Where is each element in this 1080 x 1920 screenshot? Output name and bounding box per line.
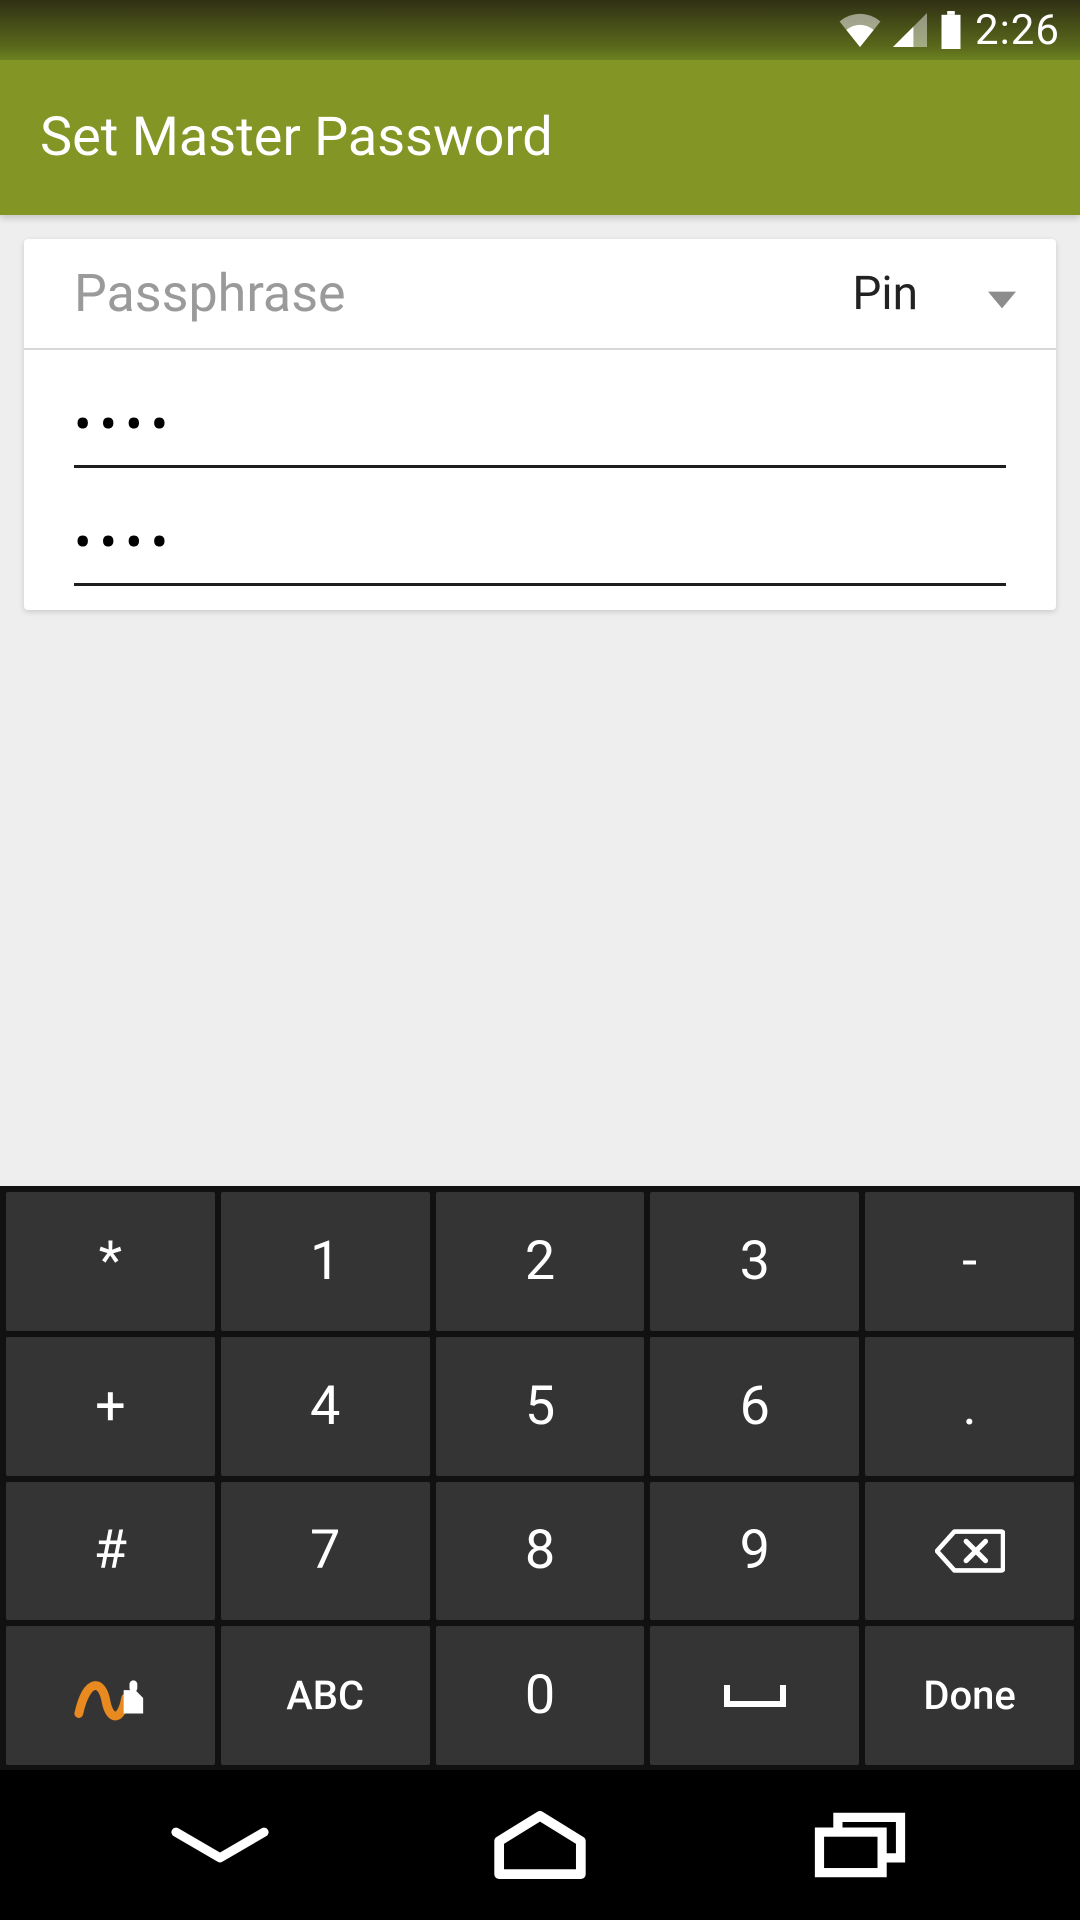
pin-field-2[interactable] — [74, 498, 1006, 586]
pin-field-1[interactable] — [74, 380, 1006, 468]
key-1[interactable]: 1 — [221, 1192, 430, 1331]
key-2[interactable]: 2 — [436, 1192, 645, 1331]
key-8[interactable]: 8 — [436, 1482, 645, 1621]
nav-home-button[interactable] — [485, 1810, 595, 1880]
key-5[interactable]: 5 — [436, 1337, 645, 1476]
key-dot[interactable]: . — [865, 1337, 1074, 1476]
wifi-icon — [839, 13, 881, 47]
key-swype[interactable] — [6, 1626, 215, 1765]
key-plus[interactable]: + — [6, 1337, 215, 1476]
key-star[interactable]: * — [6, 1192, 215, 1331]
system-nav-bar — [0, 1770, 1080, 1920]
password-card: Passphrase Pin — [24, 239, 1056, 610]
chevron-down-icon — [988, 267, 1016, 321]
numeric-keyboard: * 1 2 3 - + 4 5 6 . # 7 8 9 ABC 0 — [0, 1186, 1080, 1771]
key-abc[interactable]: ABC — [221, 1626, 430, 1765]
chevron-down-icon — [165, 1820, 275, 1870]
key-4[interactable]: 4 — [221, 1337, 430, 1476]
card-header: Passphrase Pin — [24, 239, 1056, 350]
status-bar: 2:26 — [0, 0, 1080, 60]
key-7[interactable]: 7 — [221, 1482, 430, 1621]
type-dropdown[interactable]: Pin — [852, 267, 1016, 321]
key-hash[interactable]: # — [6, 1482, 215, 1621]
dropdown-value: Pin — [852, 267, 918, 321]
cellular-signal-icon — [893, 13, 927, 47]
key-space[interactable] — [650, 1626, 859, 1765]
battery-icon — [939, 11, 963, 49]
key-backspace[interactable] — [865, 1482, 1074, 1621]
key-9[interactable]: 9 — [650, 1482, 859, 1621]
key-0[interactable]: 0 — [436, 1626, 645, 1765]
recent-apps-icon — [810, 1810, 910, 1880]
key-3[interactable]: 3 — [650, 1192, 859, 1331]
space-icon — [723, 1681, 787, 1711]
swype-icon — [71, 1666, 149, 1726]
nav-recent-button[interactable] — [805, 1810, 915, 1880]
backspace-icon — [935, 1527, 1005, 1575]
key-done[interactable]: Done — [865, 1626, 1074, 1765]
content-area: Passphrase Pin — [0, 215, 1080, 634]
key-minus[interactable]: - — [865, 1192, 1074, 1331]
app-bar: Set Master Password — [0, 60, 1080, 215]
status-clock: 2:26 — [975, 6, 1060, 55]
home-icon — [490, 1810, 590, 1880]
page-title: Set Master Password — [40, 106, 553, 169]
nav-back-button[interactable] — [165, 1810, 275, 1880]
key-6[interactable]: 6 — [650, 1337, 859, 1476]
passphrase-label: Passphrase — [74, 263, 346, 324]
